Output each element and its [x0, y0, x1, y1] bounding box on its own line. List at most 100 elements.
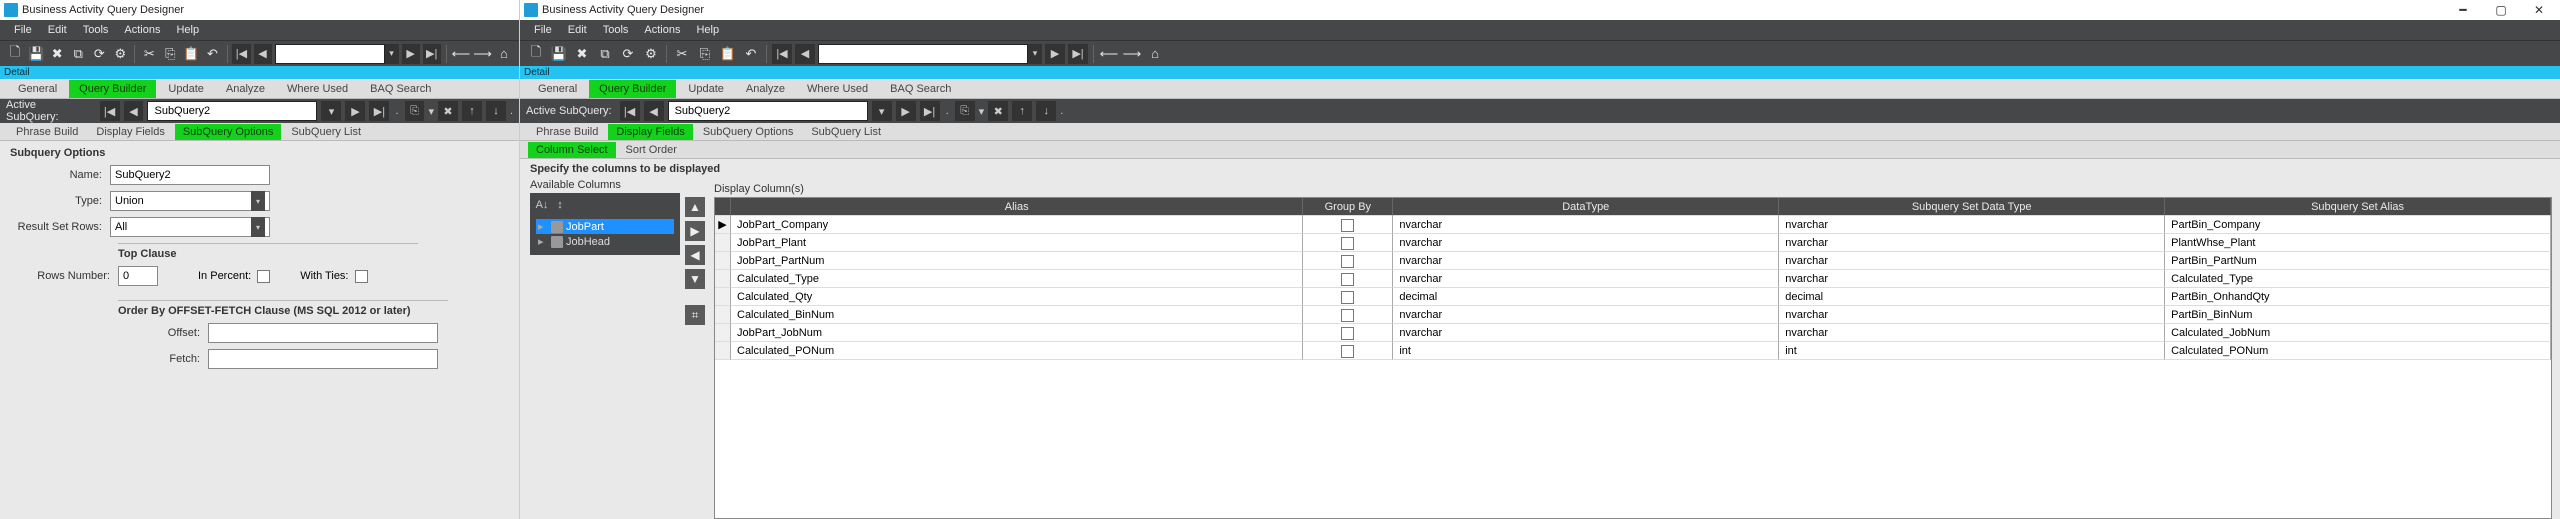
cut-icon[interactable]: ✂: [140, 44, 158, 64]
grid-header-datatype[interactable]: DataType: [1393, 198, 1779, 216]
cell-alias[interactable]: JobPart_Company: [731, 216, 1303, 234]
expand-icon[interactable]: ▸: [538, 235, 548, 248]
innertab-subquery-list[interactable]: SubQuery List: [283, 124, 369, 140]
subq-first-icon[interactable]: |◀: [620, 101, 640, 121]
menu-edit[interactable]: Edit: [40, 22, 75, 38]
subq-add-icon[interactable]: ⎘: [405, 101, 425, 121]
grid-row[interactable]: Calculated_PONumintintCalculated_PONum: [715, 342, 2551, 360]
cell-subquery-alias[interactable]: Calculated_PONum: [2165, 342, 2551, 360]
grid-header-group-by[interactable]: Group By: [1303, 198, 1393, 216]
navfwd-icon[interactable]: ⟶: [473, 44, 492, 64]
innertab-phrase-build[interactable]: Phrase Build: [528, 124, 606, 140]
cell-datatype[interactable]: nvarchar: [1393, 216, 1779, 234]
innertab-subquery-list[interactable]: SubQuery List: [803, 124, 889, 140]
groupby-checkbox[interactable]: [1341, 327, 1354, 340]
cell-datatype[interactable]: nvarchar: [1393, 234, 1779, 252]
innertab2-sort-order[interactable]: Sort Order: [618, 142, 685, 158]
type-select-dd-icon[interactable]: ▾: [251, 191, 265, 211]
grid-header-subquery-set-data-type[interactable]: Subquery Set Data Type: [1779, 198, 2165, 216]
maximize-button[interactable]: ▢: [2484, 0, 2518, 20]
copy-icon[interactable]: ⧉: [595, 44, 615, 64]
refresh-icon[interactable]: ⟳: [90, 44, 108, 64]
cut-icon[interactable]: ✂: [672, 44, 692, 64]
cell-alias[interactable]: Calculated_BinNum: [731, 306, 1303, 324]
fetch-input[interactable]: [208, 349, 438, 369]
cell-subquery-type[interactable]: nvarchar: [1779, 234, 2165, 252]
first-icon[interactable]: |◀: [232, 44, 250, 64]
menu-help[interactable]: Help: [688, 22, 727, 38]
options-icon[interactable]: ⚙: [641, 44, 661, 64]
innertab-phrase-build[interactable]: Phrase Build: [8, 124, 86, 140]
subq-up-icon[interactable]: ↑: [1012, 101, 1032, 121]
menu-actions[interactable]: Actions: [636, 22, 688, 38]
cell-subquery-type[interactable]: nvarchar: [1779, 306, 2165, 324]
last-icon[interactable]: ▶|: [423, 44, 441, 64]
move-right-button[interactable]: ▶: [685, 221, 705, 241]
grid-row[interactable]: Calculated_TypenvarcharnvarcharCalculate…: [715, 270, 2551, 288]
cell-subquery-type[interactable]: nvarchar: [1779, 216, 2165, 234]
tree-item-jobhead[interactable]: ▸JobHead: [536, 234, 674, 249]
undo-icon[interactable]: ↶: [203, 44, 221, 64]
grid-row[interactable]: Calculated_BinNumnvarcharnvarcharPartBin…: [715, 306, 2551, 324]
minimize-button[interactable]: ━: [2446, 0, 2480, 20]
rows-select-value[interactable]: All: [115, 221, 251, 233]
cell-subquery-type[interactable]: decimal: [1779, 288, 2165, 306]
rows-number-input[interactable]: [118, 266, 158, 286]
tab-analyze[interactable]: Analyze: [736, 80, 795, 98]
cell-subquery-type[interactable]: nvarchar: [1779, 270, 2165, 288]
tree-item-jobpart[interactable]: ▸JobPart: [536, 219, 674, 234]
tab-analyze[interactable]: Analyze: [216, 80, 275, 98]
subq-next-icon[interactable]: ▶: [896, 101, 916, 121]
cell-groupby[interactable]: [1303, 288, 1393, 306]
add-column-button[interactable]: ▲: [685, 197, 705, 217]
paste-icon[interactable]: 📋: [182, 44, 200, 64]
grid-row[interactable]: JobPart_PlantnvarcharnvarcharPlantWhse_P…: [715, 234, 2551, 252]
grid-row[interactable]: JobPart_JobNumnvarcharnvarcharCalculated…: [715, 324, 2551, 342]
name-input[interactable]: [110, 165, 270, 185]
subq-del-icon[interactable]: ✖: [438, 101, 458, 121]
subq-next-icon[interactable]: ▶: [345, 101, 365, 121]
home-icon[interactable]: ⌂: [495, 44, 513, 64]
close-button[interactable]: ✕: [2522, 0, 2556, 20]
navfwd-icon[interactable]: ⟶: [1122, 44, 1142, 64]
menu-actions[interactable]: Actions: [116, 22, 168, 38]
menu-file[interactable]: File: [6, 22, 40, 38]
subq-last-icon[interactable]: ▶|: [369, 101, 389, 121]
groupby-checkbox[interactable]: [1341, 219, 1354, 232]
cell-alias[interactable]: Calculated_Qty: [731, 288, 1303, 306]
cell-subquery-type[interactable]: nvarchar: [1779, 252, 2165, 270]
cell-subquery-alias[interactable]: PlantWhse_Plant: [2165, 234, 2551, 252]
copy-icon[interactable]: ⧉: [69, 44, 87, 64]
display-columns-grid[interactable]: AliasGroup ByDataTypeSubquery Set Data T…: [714, 197, 2552, 519]
cell-groupby[interactable]: [1303, 252, 1393, 270]
undo-icon[interactable]: ↶: [741, 44, 761, 64]
new-icon[interactable]: 🗋: [6, 44, 24, 64]
menu-tools[interactable]: Tools: [595, 22, 637, 38]
groupby-checkbox[interactable]: [1341, 291, 1354, 304]
innertab-display-fields[interactable]: Display Fields: [608, 124, 692, 140]
expand-icon[interactable]: ▸: [538, 220, 548, 233]
offset-input[interactable]: [208, 323, 438, 343]
cell-datatype[interactable]: nvarchar: [1393, 252, 1779, 270]
cell-alias[interactable]: JobPart_PartNum: [731, 252, 1303, 270]
subq-dd-icon[interactable]: ▾: [872, 101, 892, 121]
with-ties-checkbox[interactable]: [355, 270, 368, 283]
cell-alias[interactable]: Calculated_PONum: [731, 342, 1303, 360]
sort-desc-icon[interactable]: ↕: [552, 197, 568, 213]
innertab-display-fields[interactable]: Display Fields: [88, 124, 172, 140]
cell-subquery-alias[interactable]: PartBin_OnhandQty: [2165, 288, 2551, 306]
cell-subquery-alias[interactable]: PartBin_Company: [2165, 216, 2551, 234]
save-icon[interactable]: 💾: [27, 44, 45, 64]
innertab2-column-select[interactable]: Column Select: [528, 142, 616, 158]
tab-query-builder[interactable]: Query Builder: [589, 80, 676, 98]
subq-last-icon[interactable]: ▶|: [920, 101, 940, 121]
prev-icon[interactable]: ◀: [795, 44, 815, 64]
row-selector[interactable]: ▶: [715, 216, 731, 234]
grid-header-subquery-set-alias[interactable]: Subquery Set Alias: [2165, 198, 2551, 216]
cell-datatype[interactable]: decimal: [1393, 288, 1779, 306]
calc-field-button[interactable]: ⌗: [685, 305, 705, 325]
navback-icon[interactable]: ⟵: [452, 44, 471, 64]
row-selector[interactable]: [715, 234, 731, 252]
refresh-icon[interactable]: ⟳: [618, 44, 638, 64]
cell-groupby[interactable]: [1303, 270, 1393, 288]
